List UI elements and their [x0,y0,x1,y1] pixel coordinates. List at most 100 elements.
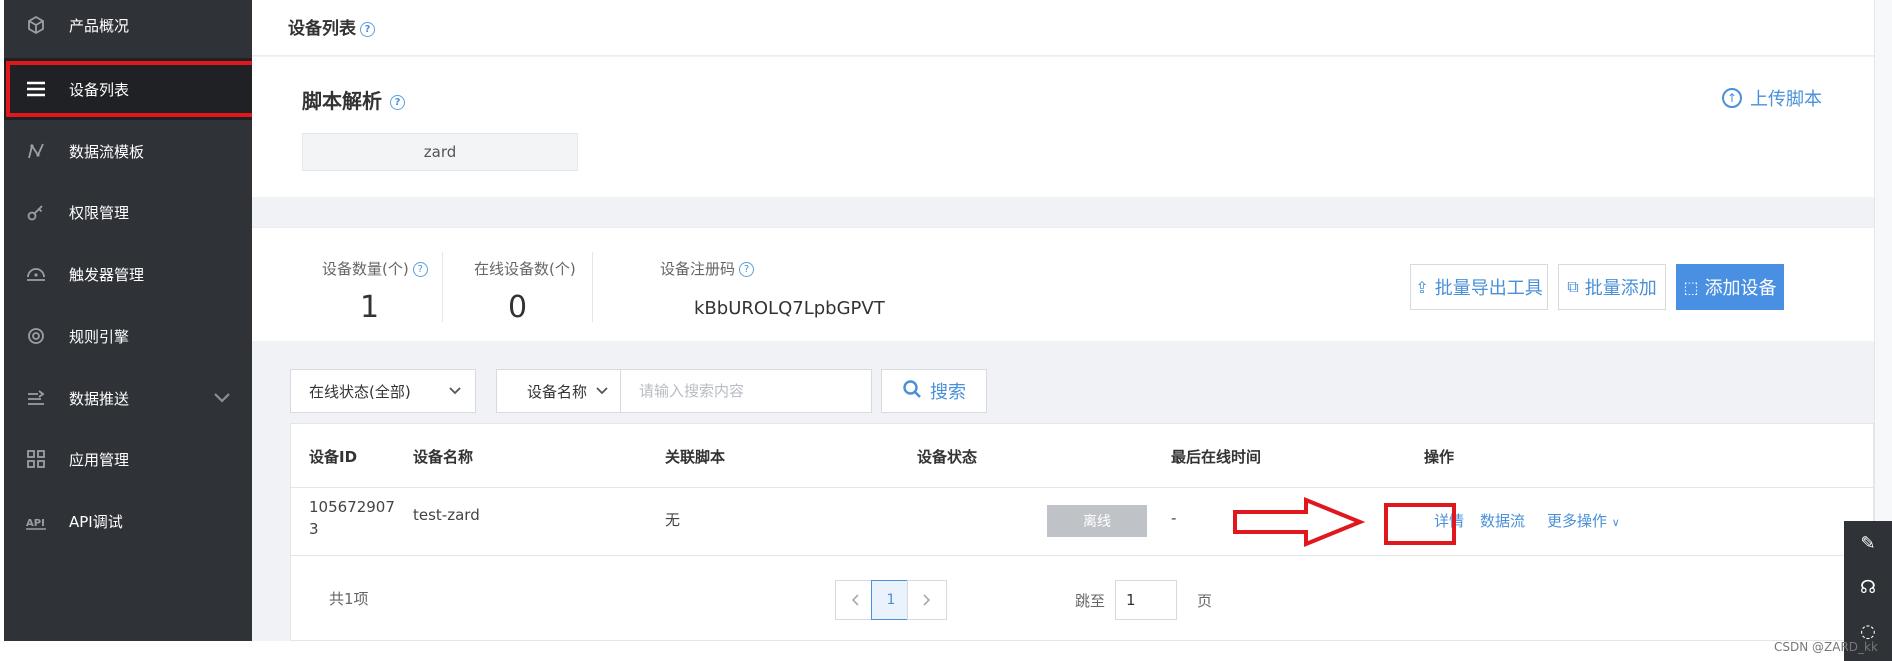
batch-export-button[interactable]: ⇪ 批量导出工具 [1410,264,1548,310]
search-button-label: 搜索 [930,382,966,403]
device-script: 无 [665,511,681,529]
sidebar-item-rule-engine[interactable]: 规则引擎 [4,305,252,367]
table-header: 设备ID 设备名称 关联脚本 设备状态 最后在线时间 操作 [291,424,1873,488]
sidebar-item-label: API调试 [69,512,123,531]
search-field-select[interactable]: 设备名称 [497,370,621,412]
app-root: 产品概况 设备列表 数据流模板 权限管理 触发器管理 规则引擎 数据推送 应用管… [0,0,1892,661]
export-icon: ⇪ [1415,277,1429,297]
search-button[interactable]: 搜索 [881,369,987,413]
sidebar: 产品概况 设备列表 数据流模板 权限管理 触发器管理 规则引擎 数据推送 应用管… [4,0,252,641]
filter-bar: 在线状态(全部) 设备名称 搜索 [252,341,1874,427]
line-chart-icon [22,137,50,165]
status-select[interactable]: 在线状态(全部) [290,369,476,413]
batch-export-label: 批量导出工具 [1434,278,1543,299]
online-count-stat: 在线设备数(个) 0 [442,228,592,342]
online-count-label: 在线设备数(个) [474,260,576,278]
grid-icon [22,445,50,473]
svg-text:API: API [26,518,45,529]
script-name-chip: zard [302,133,578,171]
status-badge: 离线 [1047,505,1147,537]
sidebar-item-label: 触发器管理 [69,265,145,284]
sidebar-item-permissions[interactable]: 权限管理 [4,181,252,243]
device-count-value: 1 [360,290,380,325]
sidebar-item-label: 数据流模板 [69,142,145,161]
column-header: 关联脚本 [665,448,726,466]
page-title: 设备列表? [288,14,375,39]
sidebar-item-stream-template[interactable]: 数据流模板 [4,120,252,182]
column-header: 设备ID [309,448,358,466]
column-header: 操作 [1424,448,1455,466]
reg-code-value: kBbUROLQ7LpbGPVT [694,298,885,319]
pagination: 共1项 1 跳至 页 [291,556,1873,642]
more-actions-label: 更多操作 [1547,512,1608,530]
trigger-icon [22,260,50,288]
reg-code-stat: 设备注册码? [592,228,892,342]
column-header: 最后在线时间 [1171,448,1262,466]
sidebar-item-label: 应用管理 [69,450,130,469]
next-page-button[interactable] [907,580,947,620]
page-title-text: 设备列表 [288,19,356,39]
device-name: test-zard [413,506,480,524]
device-id-line1: 105672907 [309,498,395,516]
help-icon[interactable]: ? [412,262,428,277]
headset-icon[interactable]: ☊ [1856,577,1880,601]
script-title-text: 脚本解析 [302,89,382,113]
help-icon[interactable]: ? [360,21,375,37]
help-icon[interactable]: ? [390,95,405,110]
search-field-value: 设备名称 [527,382,588,401]
bottom-strip [0,641,1844,661]
total-count: 共1项 [329,590,369,608]
detail-link[interactable]: 详情 [1434,510,1464,531]
upload-icon: ↑ [1722,88,1742,108]
column-header: 设备状态 [917,448,978,466]
script-panel: 脚本解析? zard ↑ 上传脚本 [252,57,1874,197]
sidebar-item-devices[interactable]: 设备列表 [4,58,252,120]
upload-script-label: 上传脚本 [1750,89,1822,110]
key-icon [22,198,50,226]
sidebar-item-label: 产品概况 [69,16,130,35]
sidebar-item-label: 权限管理 [69,203,130,222]
copy-icon: ⧉ [1567,277,1579,296]
device-id-line2: 3 [309,520,319,538]
data-stream-link[interactable]: 数据流 [1480,510,1525,531]
sidebar-item-api-debug[interactable]: API API调试 [4,490,252,552]
help-icon[interactable]: ? [739,262,755,277]
target-icon [22,322,50,350]
sidebar-item-overview[interactable]: 产品概况 [4,0,252,56]
menu-icon [22,75,50,103]
sidebar-item-data-push[interactable]: 数据推送 [4,367,252,429]
jump-page-input[interactable] [1115,580,1177,620]
sidebar-item-label: 设备列表 [69,80,130,99]
column-header: 设备名称 [413,448,474,466]
search-group: 设备名称 [496,369,872,413]
api-icon: API [22,507,50,535]
add-device-label: 添加设备 [1704,278,1777,299]
more-actions-dropdown[interactable]: 更多操作 ∨ [1547,510,1620,531]
edit-icon[interactable]: ✎ [1856,533,1880,557]
script-title: 脚本解析? [302,85,405,114]
stats-panel: 设备数量(个)? 1 在线设备数(个) 0 设备注册码? kBbUROLQ7Lp… [252,227,1874,341]
chevron-down-icon [596,384,608,398]
page-number-button[interactable]: 1 [871,580,911,620]
page-suffix: 页 [1197,592,1213,610]
sidebar-item-label: 数据推送 [69,389,130,408]
sidebar-item-triggers[interactable]: 触发器管理 [4,243,252,305]
add-device-button[interactable]: ⬚ 添加设备 [1676,264,1784,310]
last-online-time: - [1171,509,1177,527]
jump-label: 跳至 [1075,592,1106,610]
batch-add-button[interactable]: ⧉ 批量添加 [1558,264,1666,310]
search-input[interactable] [623,370,871,412]
push-icon [22,384,50,412]
batch-add-label: 批量添加 [1584,278,1657,299]
device-table: 设备ID 设备名称 关联脚本 设备状态 最后在线时间 操作 105672907 … [290,423,1874,641]
device-count-stat: 设备数量(个)? 1 [252,228,442,342]
upload-script-button[interactable]: ↑ 上传脚本 [1722,85,1822,111]
main-content: 设备列表? 脚本解析? zard ↑ 上传脚本 设备数量(个)? 1 在线设备数… [252,0,1874,641]
prev-page-button[interactable] [835,580,875,620]
box-icon: ⬚ [1683,277,1699,297]
table-row: 105672907 3 test-zard 无 离线 - 详情 数据流 更多操作… [291,488,1873,556]
reg-code-label: 设备注册码? [660,258,755,279]
chevron-down-icon [214,389,230,407]
sidebar-item-apps[interactable]: 应用管理 [4,428,252,490]
chevron-down-icon [449,384,461,398]
